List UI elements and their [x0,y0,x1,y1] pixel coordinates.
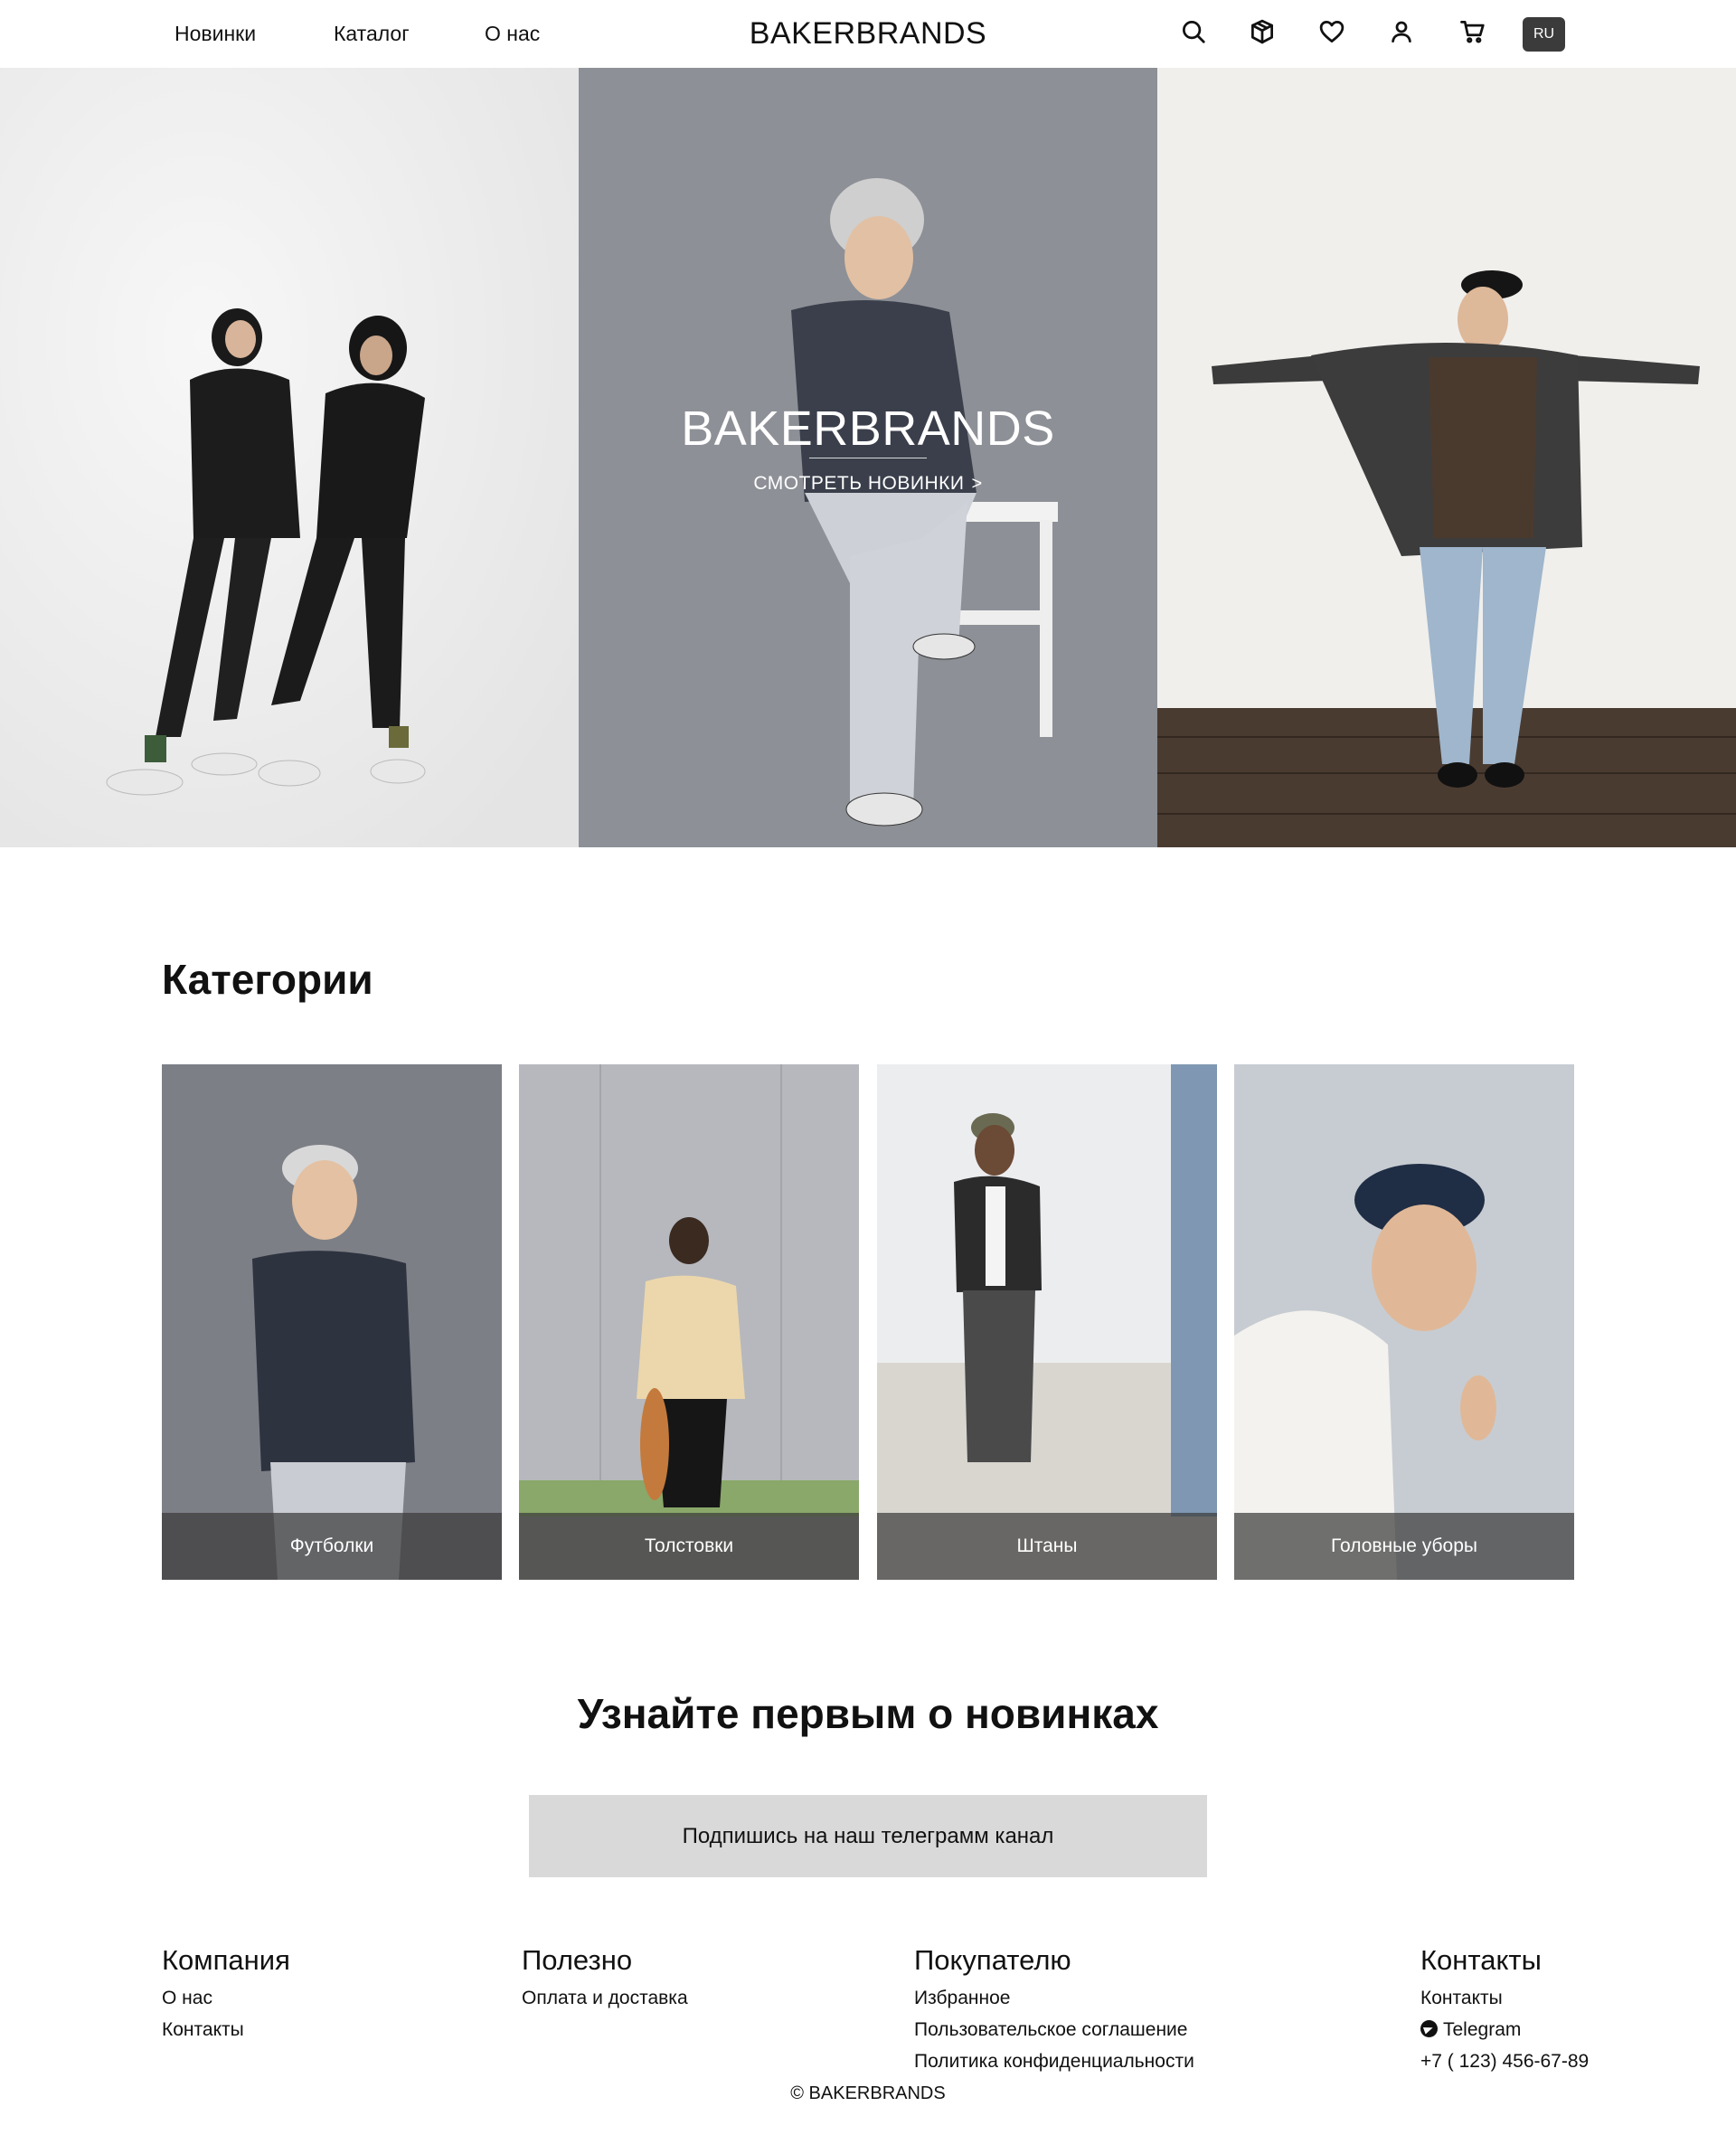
hero-image-left [0,68,579,847]
category-label: Штаны [1016,1535,1078,1556]
footer-link-favorites[interactable]: Избранное [914,1982,1194,2014]
category-card-headwear[interactable]: Головные уборы [1234,1064,1574,1580]
box-icon[interactable] [1246,15,1278,48]
search-icon[interactable] [1177,15,1210,48]
hero-image-center [579,68,1157,847]
footer-phone[interactable]: +7 ( 123) 456-67-89 [1420,2045,1589,2077]
see-new-arrivals-link[interactable]: СМОТРЕТЬ НОВИНКИ > [579,473,1157,495]
subscribe-title: Узнайте первым о новинках [577,1690,1159,1737]
footer-heading: Контакты [1420,1944,1542,1976]
footer-link-contacts[interactable]: Контакты [162,2014,290,2045]
hero-cta-label: СМОТРЕТЬ НОВИНКИ [753,473,965,494]
footer-link-telegram[interactable]: Telegram [1420,2014,1589,2045]
telegram-subscribe-button[interactable]: Подпишись на наш телеграмм канал [529,1795,1207,1877]
footer-heading: Полезно [522,1944,633,1976]
category-card-tshirts[interactable]: Футболки [162,1064,502,1580]
footer-useful: Полезно Оплата и доставка [522,1944,688,2014]
telegram-icon [1420,2020,1438,2037]
footer-contacts: Контакты Контакты Telegram +7 ( 123) 456… [1420,1944,1589,2077]
footer-heading: Покупателю [914,1944,1071,1976]
site-header: Новинки Каталог О нас BAKERBRANDS RU [0,0,1736,68]
hero-banner: BAKERBRANDS СМОТРЕТЬ НОВИНКИ > [0,68,1736,847]
category-label: Футболки [289,1535,374,1556]
nav-about[interactable]: О нас [485,22,540,46]
hero-image-right [1157,68,1736,847]
footer-link-contacts-2[interactable]: Контакты [1420,1982,1589,2014]
footer-link-payment-delivery[interactable]: Оплата и доставка [522,1982,688,2014]
category-card-pants[interactable]: Штаны [877,1064,1217,1580]
category-label-bar: Головные уборы [1234,1513,1574,1580]
category-label: Головные уборы [1331,1535,1477,1556]
category-label-bar: Толстовки [519,1513,859,1580]
category-card-hoodies[interactable]: Толстовки [519,1064,859,1580]
telegram-label: Telegram [1443,2019,1522,2040]
nav-catalog[interactable]: Каталог [334,22,410,46]
copyright: © BAKERBRANDS [790,2083,946,2103]
footer-company: Компания О нас Контакты [162,1944,290,2045]
footer-buyer: Покупателю Избранное Пользовательское со… [914,1944,1194,2077]
footer-link-privacy-policy[interactable]: Политика конфиденциальности [914,2045,1194,2077]
categories-title: Категории [162,956,373,1003]
cart-icon[interactable] [1457,15,1489,48]
footer-link-user-agreement[interactable]: Пользовательское соглашение [914,2014,1194,2045]
footer-heading: Компания [162,1944,290,1976]
heart-icon[interactable] [1316,15,1348,48]
nav-new[interactable]: Новинки [175,22,256,46]
footer-link-about[interactable]: О нас [162,1982,290,2014]
user-icon[interactable] [1385,15,1418,48]
category-label-bar: Футболки [162,1513,502,1580]
chevron-right-icon: > [971,474,983,494]
category-label: Толстовки [644,1535,734,1556]
category-label-bar: Штаны [877,1513,1217,1580]
language-switcher[interactable]: RU [1523,17,1565,52]
